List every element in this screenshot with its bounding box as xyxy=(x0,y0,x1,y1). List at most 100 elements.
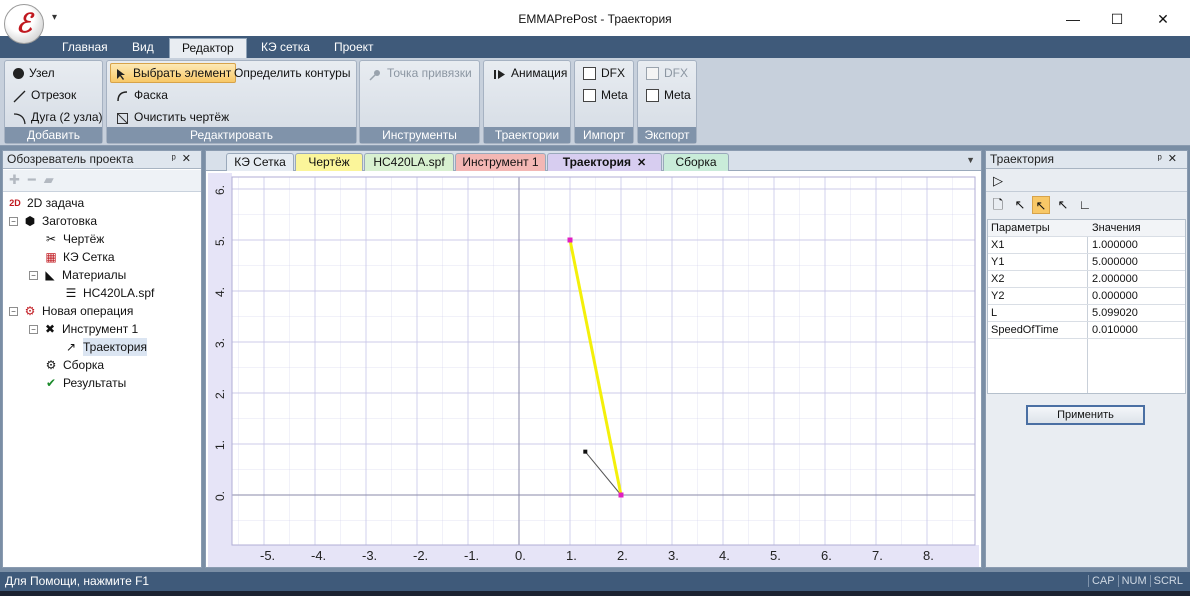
x-tick-label: 1. xyxy=(566,548,577,563)
tree-item-assembly[interactable]: ⚙ Сборка xyxy=(43,356,104,374)
maximize-button[interactable]: ☐ xyxy=(1094,0,1140,38)
collapse-icon[interactable]: − xyxy=(9,306,18,316)
pin-icon[interactable]: ᵖ xyxy=(172,153,182,165)
doc-tab-trajectory[interactable]: Траектория ✕ xyxy=(547,153,662,171)
new-document-icon[interactable]: 🗋 xyxy=(989,196,1007,214)
trajectory-start-point[interactable] xyxy=(567,237,573,243)
2d-icon: 2D xyxy=(9,198,21,208)
import-meta-button[interactable]: Meta xyxy=(579,85,632,105)
drawing-canvas[interactable]: -5. -4. -3. -2. -1. 0. 1. 2. 3. 4. 5. 6. 7. 8. 6. 5. 4. 3… xyxy=(208,173,979,567)
edit-point-icon[interactable]: ↖ xyxy=(1032,196,1050,214)
tab-fe-mesh[interactable]: КЭ сетка xyxy=(249,38,322,58)
move-point-icon[interactable]: ↖ xyxy=(1054,196,1072,214)
group-tools: Точка привязки Инструменты xyxy=(359,60,480,144)
select-element-label: Выбрать элемент xyxy=(133,66,232,80)
app-logo[interactable]: ℰ xyxy=(4,4,44,44)
close-icon[interactable]: ✕ xyxy=(637,157,646,169)
x-tick-label: -2. xyxy=(413,548,428,563)
tree-item-results[interactable]: ✔ Результаты xyxy=(43,374,126,392)
y-tick-label: 4. xyxy=(213,287,227,297)
trajectory-end-point[interactable] xyxy=(618,492,624,498)
y-tick-label: 5. xyxy=(213,236,227,246)
tree-item-drawing[interactable]: ✂ Чертёж xyxy=(43,230,104,248)
doc-tab-material-file[interactable]: HC420LA.spf xyxy=(364,153,454,171)
select-element-button[interactable]: Выбрать элемент xyxy=(110,63,237,83)
app-logo-icon: ℰ xyxy=(16,9,32,39)
tree-item-new-operation[interactable]: − ⚙ Новая операция xyxy=(9,302,133,320)
minimize-button[interactable]: — xyxy=(1050,0,1096,38)
tab-view[interactable]: Вид xyxy=(120,38,166,58)
table-row[interactable]: SpeedOfTime 0.010000 xyxy=(988,322,1185,339)
define-contours-button[interactable]: Определить контуры xyxy=(230,63,354,83)
tab-list-chevron-down-icon[interactable]: ▼ xyxy=(966,155,975,165)
collapse-icon[interactable]: − xyxy=(9,216,18,226)
angle-icon[interactable]: ∟ xyxy=(1076,196,1094,214)
play-icon[interactable]: ▷ xyxy=(989,172,1007,190)
trajectory-icon: ↗ xyxy=(65,340,77,354)
animation-label: Анимация xyxy=(511,66,568,80)
project-explorer-header: Обозреватель проекта ᵖ✕ xyxy=(3,151,201,169)
apply-button[interactable]: Применить xyxy=(1026,405,1145,425)
table-row[interactable]: X2 2.000000 xyxy=(988,271,1185,288)
tree-item-tool-1[interactable]: − ✖ Инструмент 1 xyxy=(29,320,138,338)
node-button[interactable]: Узел xyxy=(9,63,59,83)
animation-button[interactable]: Анимация xyxy=(489,63,571,83)
arc-button[interactable]: Дуга (2 узла) xyxy=(9,107,107,127)
table-row[interactable]: X1 1.000000 xyxy=(988,237,1185,254)
snap-point-button[interactable]: Точка привязки xyxy=(365,63,476,83)
tab-home[interactable]: Главная xyxy=(50,38,120,58)
operation-icon: ⚙ xyxy=(24,304,36,318)
doc-tab-drawing[interactable]: Чертёж xyxy=(295,153,363,171)
tree-item-workpiece[interactable]: − ⬢ Заготовка xyxy=(9,212,97,230)
folder-icon[interactable]: ▰ xyxy=(44,172,62,187)
table-row[interactable]: Y2 0.000000 xyxy=(988,288,1185,305)
doc-tab-assembly[interactable]: Сборка xyxy=(663,153,729,171)
meta-icon xyxy=(646,88,659,102)
tree-item-2d-task[interactable]: 2D 2D задача xyxy=(7,194,84,212)
close-icon[interactable]: ✕ xyxy=(1168,153,1183,165)
table-row[interactable]: L 5.099020 xyxy=(988,305,1185,322)
tab-editor[interactable]: Редактор xyxy=(169,38,247,58)
trajectory-panel: Траектория ᵖ✕ ▷ 🗋 ↖ ↖ ↖ ∟ Параметры Знач… xyxy=(985,150,1188,568)
table-row[interactable]: Y1 5.000000 xyxy=(988,254,1185,271)
collapse-icon[interactable]: − xyxy=(29,270,38,280)
pin-icon[interactable]: ᵖ xyxy=(1158,153,1168,165)
x-tick-label: 5. xyxy=(770,548,781,563)
group-tools-label: Инструменты xyxy=(360,127,479,143)
doc-tab-tool-1[interactable]: Инструмент 1 xyxy=(455,153,546,171)
x-tick-label: -3. xyxy=(362,548,377,563)
tab-project[interactable]: Проект xyxy=(322,38,386,58)
tree-item-trajectory[interactable]: ↗ Траектория xyxy=(63,338,147,356)
trajectory-panel-title: Траектория xyxy=(990,152,1054,166)
secondary-segment-node[interactable] xyxy=(583,449,588,454)
chamfer-button[interactable]: Фаска xyxy=(112,85,172,105)
plot-svg[interactable]: -5. -4. -3. -2. -1. 0. 1. 2. 3. 4. 5. 6. 7. 8. 6. 5. 4. 3… xyxy=(208,173,979,567)
export-dfx-button[interactable]: DFX xyxy=(642,63,692,83)
remove-icon[interactable]: ━ xyxy=(28,172,44,187)
segment-label: Отрезок xyxy=(31,88,77,102)
tree-item-material-file[interactable]: ☰ HC420LA.spf xyxy=(63,284,155,302)
export-meta-button[interactable]: Meta xyxy=(642,85,695,105)
group-edit: Выбрать элемент Определить контуры Фаска… xyxy=(106,60,357,144)
doc-tab-fe-mesh[interactable]: КЭ Сетка xyxy=(226,153,294,171)
close-button[interactable]: ✕ xyxy=(1140,0,1186,38)
meta-icon xyxy=(583,88,596,102)
group-trajectories-label: Траектории xyxy=(484,127,570,143)
scrl-indicator: SCRL xyxy=(1149,575,1186,587)
grid-header-parameters: Параметры xyxy=(991,222,1050,234)
tree-item-fe-mesh[interactable]: ▦ КЭ Сетка xyxy=(43,248,114,266)
taskbar-strip xyxy=(0,591,1190,596)
group-import: DFX Meta Импорт xyxy=(574,60,634,144)
x-tick-label: 3. xyxy=(668,548,679,563)
segment-button[interactable]: Отрезок xyxy=(9,85,80,105)
add-icon[interactable]: ✚ xyxy=(9,172,28,187)
import-dfx-label: DFX xyxy=(601,66,625,80)
select-point-icon[interactable]: ↖ xyxy=(1011,196,1029,214)
clear-drawing-icon xyxy=(116,111,129,124)
close-icon[interactable]: ✕ xyxy=(182,153,197,165)
clear-drawing-button[interactable]: Очистить чертёж xyxy=(112,107,233,127)
collapse-icon[interactable]: − xyxy=(29,324,38,334)
materials-icon: ◣ xyxy=(45,268,55,282)
tree-item-materials[interactable]: − ◣ Материалы xyxy=(29,266,126,284)
import-dfx-button[interactable]: DFX xyxy=(579,63,629,83)
